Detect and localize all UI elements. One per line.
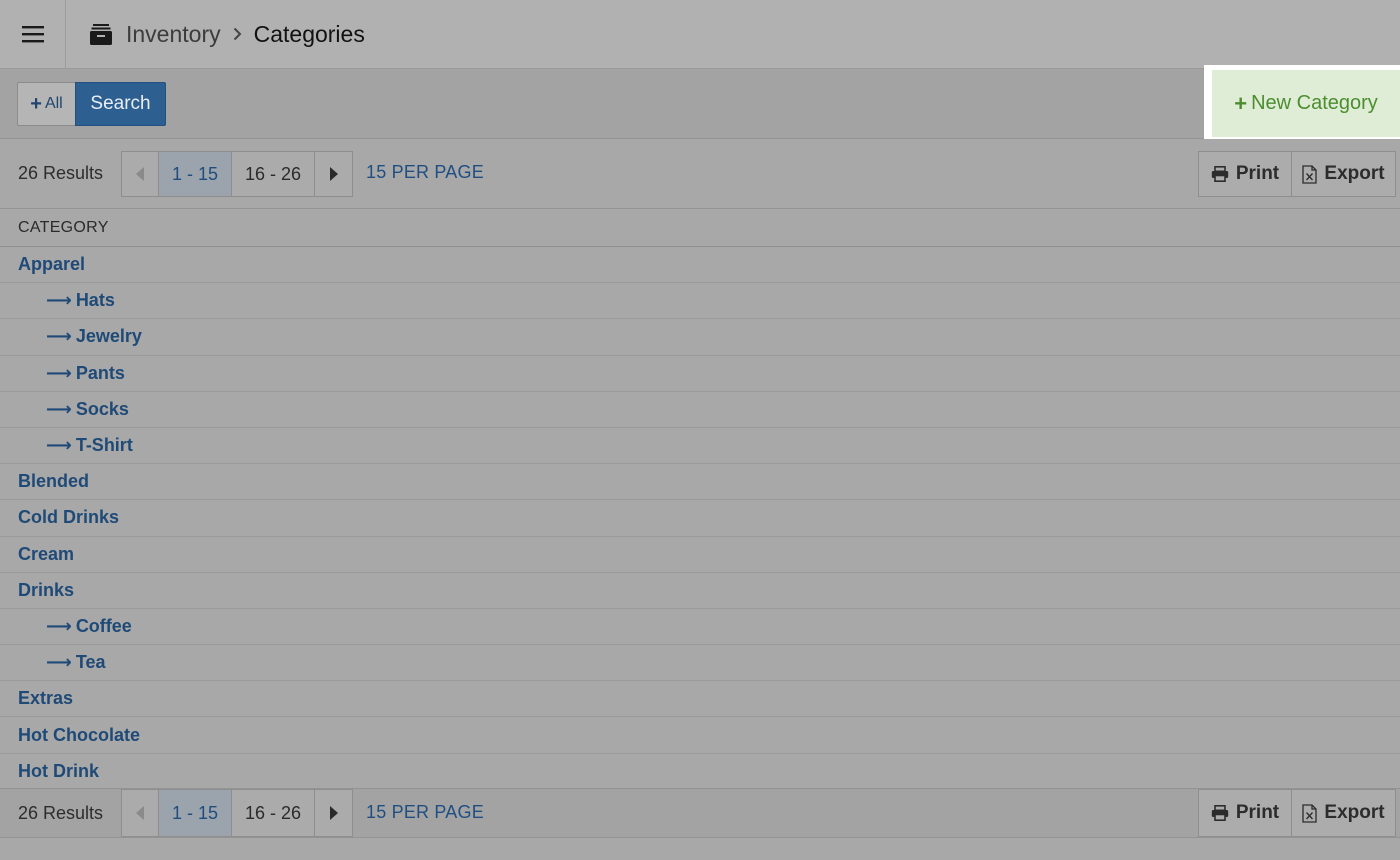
arrow-right-icon: ⟶ [46, 290, 72, 311]
archive-icon [90, 23, 112, 45]
arrow-right-icon: ⟶ [46, 362, 72, 383]
column-header-category[interactable]: CATEGORY [18, 219, 109, 237]
export-button[interactable]: Export [1291, 789, 1396, 837]
print-button[interactable]: Print [1198, 151, 1291, 197]
table-actions: Print Export [1198, 151, 1396, 197]
arrow-right-icon: ⟶ [46, 326, 72, 347]
category-link[interactable]: Hot Drink [0, 761, 99, 782]
caret-left-icon [136, 806, 144, 820]
subcategory-link[interactable]: ⟶ T-Shirt [0, 435, 133, 456]
table-header: CATEGORY [0, 209, 1400, 247]
caret-left-icon [136, 167, 144, 181]
breadcrumb: Inventory Categories [90, 21, 365, 48]
plus-icon: + [1234, 90, 1248, 116]
table-row: Cold Drinks [0, 500, 1400, 537]
next-page-button[interactable] [315, 789, 353, 837]
export-button[interactable]: Export [1291, 151, 1396, 197]
category-list: Apparel ⟶ Hats ⟶ Jewelry ⟶ Pants ⟶ Socks ⟶ T-… [0, 247, 1400, 790]
pagination-bar-bottom: 26 Results 1 - 15 16 - 26 15 PER PAGE Pr… [0, 788, 1400, 838]
table-row: ⟶ Pants [0, 356, 1400, 392]
top-bar: Inventory Categories [0, 0, 1400, 69]
table-row: ⟶ Tea [0, 645, 1400, 682]
printer-icon [1211, 805, 1229, 821]
table-row: Cream [0, 537, 1400, 573]
hamburger-icon [21, 26, 44, 43]
subcategory-link[interactable]: ⟶ Socks [0, 399, 129, 420]
menu-button[interactable] [0, 0, 66, 68]
subcategory-link[interactable]: ⟶ Pants [0, 363, 125, 384]
subcategory-label: T-Shirt [75, 435, 133, 456]
excel-file-icon [1302, 803, 1318, 823]
table-row: ⟶ T-Shirt [0, 428, 1400, 465]
subcategory-link[interactable]: ⟶ Hats [0, 290, 115, 311]
all-button-label: All [44, 95, 63, 112]
category-link[interactable]: Cold Drinks [0, 507, 119, 528]
pager: 1 - 15 16 - 26 [121, 151, 353, 197]
caret-right-icon [329, 806, 338, 820]
per-page-selector[interactable]: 15 PER PAGE [366, 802, 484, 823]
arrow-right-icon: ⟶ [46, 652, 72, 673]
page-button-1[interactable]: 1 - 15 [159, 789, 232, 837]
plus-icon: + [30, 93, 42, 115]
subcategory-label: Hats [75, 290, 115, 311]
subcategory-link[interactable]: ⟶ Tea [0, 652, 106, 673]
page-button-2[interactable]: 16 - 26 [232, 789, 315, 837]
subcategory-label: Pants [75, 362, 125, 383]
new-category-button[interactable]: + New Category [1212, 70, 1400, 137]
page-button-2[interactable]: 16 - 26 [232, 151, 315, 197]
print-button[interactable]: Print [1198, 789, 1291, 837]
export-label: Export [1324, 163, 1385, 184]
print-label: Print [1235, 802, 1280, 823]
results-count: 26 Results [18, 163, 104, 183]
breadcrumb-inventory[interactable]: Inventory [126, 21, 221, 48]
new-category-highlight: + New Category [1204, 65, 1400, 142]
printer-icon [1211, 166, 1229, 182]
table-row: Hot Chocolate [0, 717, 1400, 754]
export-label: Export [1324, 802, 1385, 823]
new-category-label: New Category [1251, 92, 1378, 114]
table-row: Drinks [0, 573, 1400, 609]
table-row: ⟶ Jewelry [0, 319, 1400, 356]
table-row: Apparel [0, 247, 1400, 284]
arrow-right-icon: ⟶ [46, 435, 72, 456]
chevron-right-icon [233, 27, 242, 41]
subcategory-label: Coffee [75, 615, 132, 636]
table-row: Hot Drink [0, 754, 1400, 790]
table-row: Extras [0, 681, 1400, 718]
arrow-right-icon: ⟶ [46, 615, 72, 636]
per-page-selector[interactable]: 15 PER PAGE [366, 162, 484, 183]
category-link[interactable]: Hot Chocolate [0, 725, 140, 746]
excel-file-icon [1302, 164, 1318, 184]
table-row: ⟶ Socks [0, 392, 1400, 428]
table-row: Blended [0, 464, 1400, 501]
all-button[interactable]: + All [17, 82, 75, 126]
previous-page-button[interactable] [121, 789, 159, 837]
page-title: Categories [253, 20, 365, 47]
subcategory-link[interactable]: ⟶ Jewelry [0, 326, 142, 347]
next-page-button[interactable] [315, 151, 353, 197]
previous-page-button[interactable] [121, 151, 159, 197]
page-button-1[interactable]: 1 - 15 [159, 151, 232, 197]
results-count: 26 Results [18, 803, 104, 823]
caret-right-icon [329, 167, 338, 181]
category-link[interactable]: Apparel [0, 254, 85, 275]
print-label: Print [1235, 163, 1280, 184]
subcategory-link[interactable]: ⟶ Coffee [0, 616, 132, 637]
search-button[interactable]: Search [75, 82, 166, 126]
category-link[interactable]: Extras [0, 688, 73, 709]
table-actions: Print Export [1198, 789, 1396, 837]
subcategory-label: Jewelry [75, 326, 142, 347]
pager: 1 - 15 16 - 26 [121, 789, 353, 837]
category-link[interactable]: Blended [0, 471, 89, 492]
table-row: ⟶ Coffee [0, 609, 1400, 646]
category-link[interactable]: Cream [0, 544, 74, 565]
table-row: ⟶ Hats [0, 283, 1400, 320]
pagination-bar-top: 26 Results 1 - 15 16 - 26 15 PER PAGE Pr… [0, 139, 1400, 209]
toolbar: + All Search + New Category [0, 65, 1400, 142]
arrow-right-icon: ⟶ [46, 398, 72, 419]
category-link[interactable]: Drinks [0, 580, 74, 601]
subcategory-label: Socks [75, 398, 129, 419]
subcategory-label: Tea [75, 652, 106, 673]
